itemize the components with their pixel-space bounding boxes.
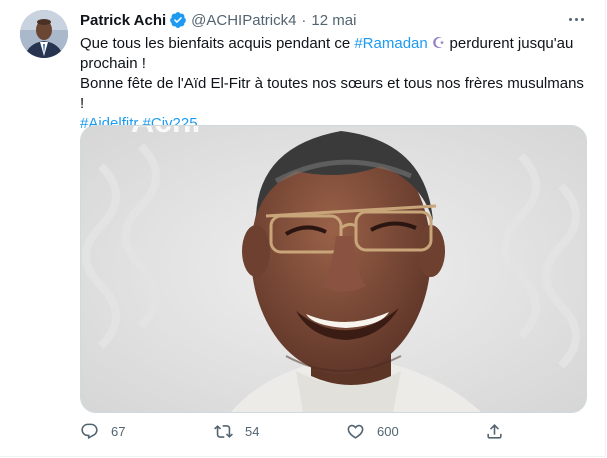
reply-icon <box>81 423 98 440</box>
reply-button[interactable]: 67 <box>80 422 125 441</box>
hashtag-ramadan[interactable]: #Ramadan <box>354 35 427 52</box>
tweet-text-line1-start: Que tous les bienfaits acquis pendant ce <box>80 35 355 52</box>
author-avatar[interactable] <box>20 10 68 58</box>
share-icon <box>487 424 502 439</box>
reply-count: 67 <box>111 424 126 439</box>
share-button[interactable] <box>485 422 516 441</box>
photo-portrait: Achi <box>81 126 586 412</box>
more-options-icon[interactable] <box>565 10 587 28</box>
like-button[interactable]: 600 <box>346 422 399 441</box>
tweet-header: Patrick Achi @ACHIPatrick4 · 12 mai <box>80 10 356 30</box>
tweet-actions: 67 54 600 <box>80 422 510 444</box>
header-separator: · <box>301 11 307 29</box>
author-handle[interactable]: @ACHIPatrick4 <box>191 12 296 29</box>
crescent-moon-emoji: ☪ <box>431 35 446 52</box>
verified-badge-icon <box>170 12 187 28</box>
avatar-image <box>20 10 68 58</box>
tweet-text: Que tous les bienfaits acquis pendant ce… <box>80 34 590 134</box>
author-name[interactable]: Patrick Achi <box>80 12 166 29</box>
tweet-text-line1: Que tous les bienfaits acquis pendant ce… <box>80 34 590 74</box>
tweet-text-line2: Bonne fête de l'Aïd El-Fitr à toutes nos… <box>80 75 584 112</box>
tweet-media-photo[interactable]: Achi <box>80 125 587 413</box>
tweet[interactable]: Patrick Achi @ACHIPatrick4 · 12 mai Que … <box>0 0 606 457</box>
heart-icon <box>347 424 364 439</box>
tweet-date[interactable]: 12 mai <box>311 12 356 29</box>
like-count: 600 <box>377 424 399 439</box>
retweet-count: 54 <box>245 424 260 439</box>
svg-text:Achi: Achi <box>131 126 200 139</box>
retweet-button[interactable]: 54 <box>214 422 259 441</box>
retweet-icon <box>214 425 233 438</box>
